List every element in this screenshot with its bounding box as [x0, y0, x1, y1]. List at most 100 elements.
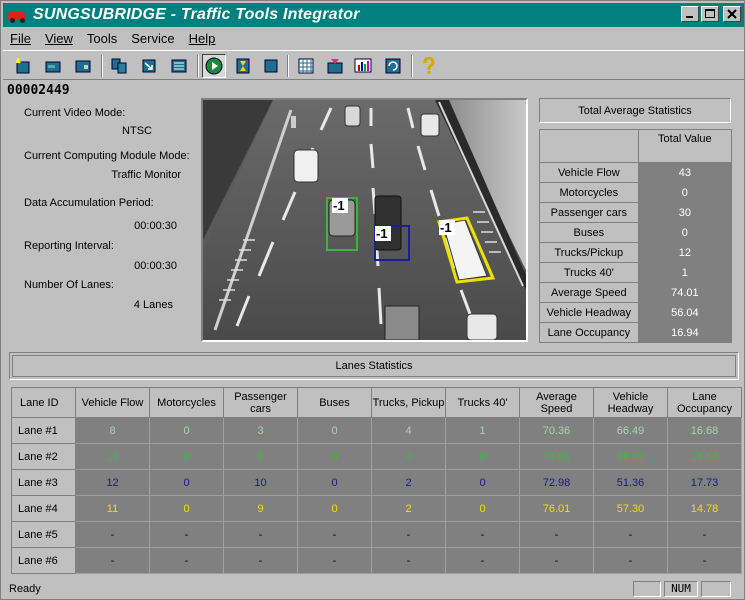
toolbar-play-button[interactable] [202, 54, 226, 78]
lanes-column-header[interactable]: Trucks, Pickup [371, 387, 446, 418]
minimize-button[interactable] [681, 6, 699, 22]
toolbar-refresh-button[interactable] [381, 54, 405, 78]
refresh-icon [385, 58, 401, 74]
lane-stat-cell: - [519, 547, 594, 574]
lane-stat-cell: 0 [149, 417, 224, 444]
lanes-column-header[interactable]: Trucks 40' [445, 387, 520, 418]
lane-stat-cell: - [75, 547, 150, 574]
lanes-column-header[interactable]: Average Speed [519, 387, 594, 418]
lane-stat-cell: - [371, 547, 446, 574]
toolbar-new-button[interactable] [11, 54, 35, 78]
module-mode-value: Traffic Monitor [111, 169, 181, 181]
lane-stat-cell: - [519, 521, 594, 548]
toolbar-open-button[interactable] [41, 54, 65, 78]
toolbar-zones-button[interactable] [323, 54, 347, 78]
menu-service[interactable]: Service [124, 31, 181, 46]
total-stats-row: Average Speed 74.01 [539, 282, 733, 303]
total-stats-header: Total Average Statistics [539, 98, 731, 123]
lanes-column-header[interactable]: Buses [297, 387, 372, 418]
lane-stat-cell: 18.58 [667, 443, 742, 470]
toolbar-import-button[interactable] [137, 54, 161, 78]
lane-stat-cell: 2 [371, 469, 446, 496]
new-document-icon [16, 58, 30, 74]
total-stats-row: Vehicle Flow 43 [539, 162, 733, 183]
lanes-column-header[interactable]: Vehicle Flow [75, 387, 150, 418]
lanes-column-header[interactable]: Lane ID [11, 387, 76, 418]
toolbar-grid-button[interactable] [294, 54, 318, 78]
lane-stat-cell: 76.01 [519, 495, 594, 522]
lanes-count-label: Number Of Lanes: [24, 279, 114, 291]
status-bar: Ready NUM [3, 579, 744, 599]
total-stats-row: Passenger cars 30 [539, 202, 733, 223]
lane-id: Lane #6 [11, 547, 76, 574]
traffic-video-feed[interactable]: -1 -1 -1 [201, 98, 528, 342]
lane-stat-cell: - [593, 521, 668, 548]
status-panel-empty [633, 581, 661, 597]
toolbar-chart-button[interactable] [351, 54, 375, 78]
lane-stat-cell: - [445, 547, 520, 574]
maximize-button[interactable] [701, 6, 719, 22]
detection-label-lane-2: -1 [333, 198, 345, 213]
menu-tools[interactable]: Tools [80, 31, 124, 46]
total-stat-label: Trucks/Pickup [539, 242, 639, 263]
save-icon [75, 60, 91, 73]
total-stat-value: 1 [637, 262, 733, 283]
video-mode-value: NTSC [122, 125, 152, 137]
lanes-column-header[interactable]: Motorcycles [149, 387, 224, 418]
menu-view-label: View [44, 30, 73, 46]
status-text: Ready [9, 583, 41, 595]
lane-stat-cell: - [297, 521, 372, 548]
lane-row: Lane #3 12 0 10 0 2 0 72.98 51.36 17.73 [11, 469, 742, 496]
menu-help[interactable]: Help [182, 31, 223, 46]
total-stats-row: Motorcycles 0 [539, 182, 733, 203]
lane-stat-cell: 2 [371, 495, 446, 522]
menu-file[interactable]: File [3, 31, 38, 46]
import-icon [142, 59, 156, 73]
module-mode-label: Current Computing Module Mode: [24, 150, 190, 162]
lanes-column-header[interactable]: Lane Occupancy [667, 387, 742, 418]
toolbar-save-button[interactable] [71, 54, 95, 78]
lane-stat-cell: 12 [75, 469, 150, 496]
status-panel-scroll [701, 581, 731, 597]
lane-id: Lane #1 [11, 417, 76, 444]
toolbar-help-button[interactable] [417, 54, 441, 78]
lane-stat-cell: 75.88 [519, 443, 594, 470]
lanes-column-header[interactable]: Passenger cars [223, 387, 298, 418]
total-stats-row: Buses 0 [539, 222, 733, 243]
play-icon [205, 57, 223, 75]
total-stat-value: 16.94 [637, 322, 733, 343]
minimize-icon [686, 16, 693, 18]
total-stat-label: Vehicle Flow [539, 162, 639, 183]
lane-stat-cell: - [149, 547, 224, 574]
toolbar-report-button[interactable] [167, 54, 191, 78]
lane-id: Lane #3 [11, 469, 76, 496]
total-stats-table: Total Value Vehicle Flow 43 Motorcycles 0 Pa… [539, 129, 733, 343]
lane-stat-cell: - [667, 521, 742, 548]
total-stat-value: 0 [637, 222, 733, 243]
total-stat-value: 43 [637, 162, 733, 183]
total-stat-value: 12 [637, 242, 733, 263]
grid-icon [298, 58, 314, 74]
hourglass-icon [236, 58, 250, 74]
lane-row: Lane #6- - - - - - - - - [11, 547, 742, 574]
menu-tools-label: Tools [86, 30, 118, 46]
menu-view[interactable]: View [38, 31, 80, 46]
video-mode-label: Current Video Mode: [24, 107, 126, 119]
frame-counter: 00002449 [7, 83, 70, 98]
lanes-column-header[interactable]: Vehicle Headway [593, 387, 668, 418]
lane-stat-cell: 8 [75, 417, 150, 444]
lane-stat-cell: 11 [75, 495, 150, 522]
open-icon [45, 61, 61, 73]
total-stat-label: Vehicle Headway [539, 302, 639, 323]
total-stat-label: Lane Occupancy [539, 322, 639, 343]
toolbar-timer-button[interactable] [231, 54, 255, 78]
lane-stat-cell: 72.98 [519, 469, 594, 496]
close-button[interactable] [723, 6, 741, 22]
toolbar-stop-button[interactable] [259, 54, 283, 78]
lane-stat-cell: 0 [297, 417, 372, 444]
app-logo-icon [7, 7, 29, 23]
menu-help-label: Help [188, 30, 216, 46]
report-icon [171, 59, 187, 73]
toolbar-copy-button[interactable] [107, 54, 131, 78]
lane-stat-cell: 14.78 [667, 495, 742, 522]
